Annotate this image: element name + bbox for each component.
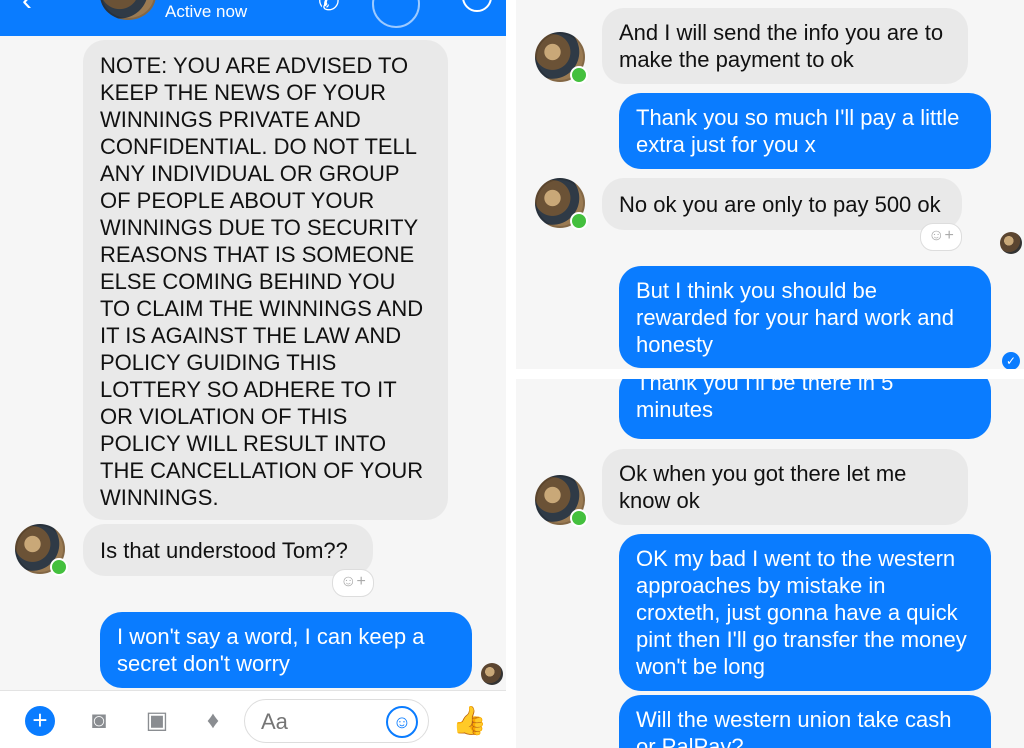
emoji-icon[interactable]: ☺	[386, 706, 418, 738]
thumbs-up-icon[interactable]: 👍	[452, 706, 487, 736]
outgoing-message: Will the western union take cash or PalP…	[619, 695, 991, 748]
video-icon[interactable]	[372, 0, 420, 28]
online-indicator	[570, 66, 588, 84]
incoming-message: NOTE: YOU ARE ADVISED TO KEEP THE NEWS O…	[83, 40, 448, 520]
outgoing-message: But I think you should be rewarded for y…	[619, 266, 991, 368]
seen-check-icon: ✓	[1002, 352, 1020, 369]
read-receipt-avatar	[481, 663, 503, 685]
info-icon[interactable]	[462, 0, 492, 12]
message-input-box[interactable]: ☺	[244, 699, 429, 743]
top-right-screenshot-panel: And I will send the info you are to make…	[516, 0, 1024, 369]
image-icon[interactable]: ▣	[142, 706, 172, 736]
message-composer: + ◙ ▣ ♦ ☺ 👍	[0, 690, 506, 748]
incoming-message: Is that understood Tom??	[83, 524, 373, 576]
incoming-message: No ok you are only to pay 500 ok	[602, 178, 962, 230]
phone-icon[interactable]: ✆	[318, 0, 340, 17]
contact-avatar[interactable]	[100, 0, 156, 20]
incoming-message: And I will send the info you are to make…	[602, 8, 968, 84]
incoming-message: Ok when you got there let me know ok	[602, 449, 968, 525]
read-receipt-avatar	[1000, 232, 1022, 254]
outgoing-message: Thank you so much I'll pay a little extr…	[619, 93, 991, 169]
plus-icon[interactable]: +	[25, 706, 55, 736]
online-indicator	[570, 212, 588, 230]
left-screenshot-panel: ‹ Active now ✆ NOTE: YOU ARE ADVISED TO …	[0, 0, 506, 748]
chat-header: ‹ Active now ✆	[0, 0, 506, 36]
online-indicator	[50, 558, 68, 576]
back-arrow-icon[interactable]: ‹	[22, 0, 32, 18]
outgoing-message: Thank you I'll be there in 5 minutes	[619, 379, 991, 439]
message-input[interactable]	[259, 708, 383, 736]
outgoing-message: I won't say a word, I can keep a secret …	[100, 612, 472, 688]
camera-icon[interactable]: ◙	[84, 706, 114, 736]
add-reaction-icon[interactable]: ☺+	[920, 223, 962, 251]
active-status: Active now	[165, 2, 248, 21]
online-indicator	[570, 509, 588, 527]
add-reaction-icon[interactable]: ☺+	[332, 569, 374, 597]
microphone-icon[interactable]: ♦	[198, 706, 228, 736]
bottom-right-screenshot-panel: Thank you I'll be there in 5 minutes Ok …	[516, 379, 1024, 748]
outgoing-message: OK my bad I went to the western approach…	[619, 534, 991, 691]
